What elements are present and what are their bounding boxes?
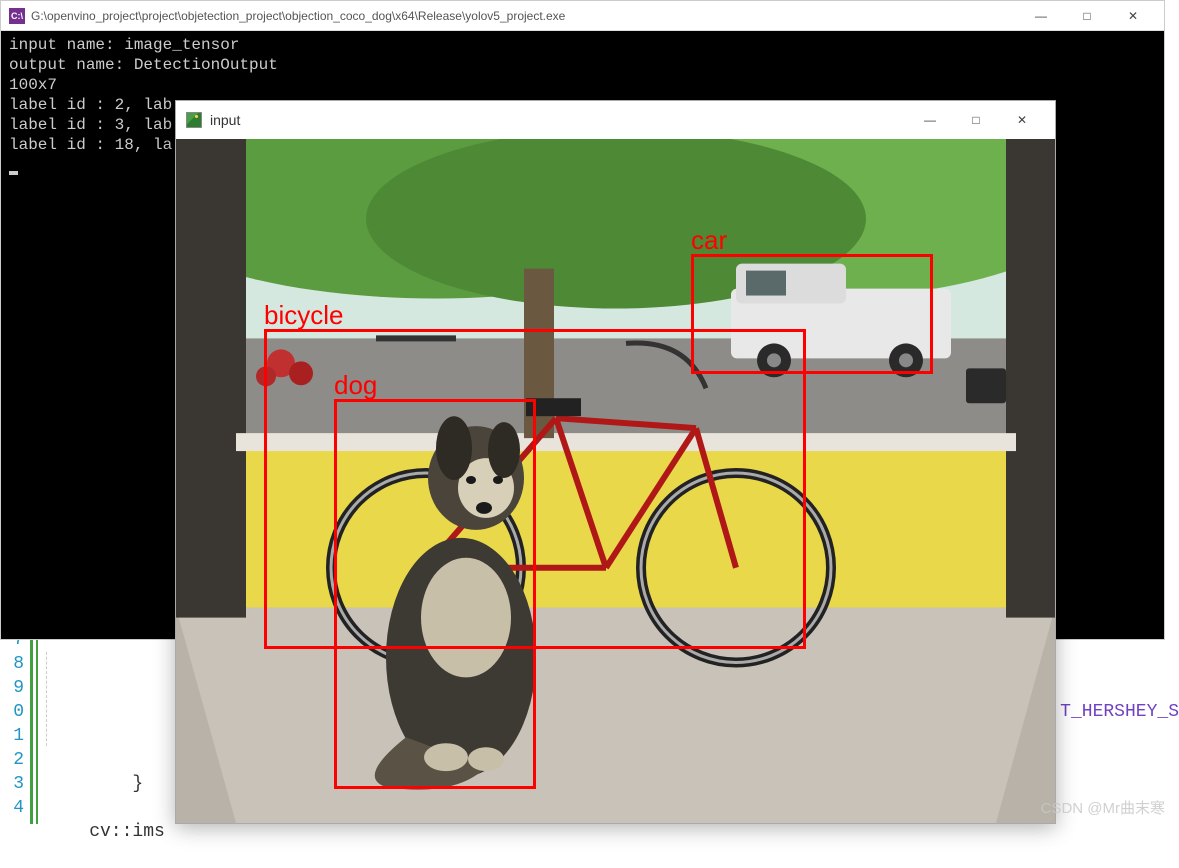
- image-viewer-window: input — □ ✕: [175, 100, 1056, 824]
- console-app-icon: C:\: [9, 8, 25, 24]
- line-number: 4: [0, 796, 24, 820]
- window-controls: — □ ✕: [907, 101, 1045, 139]
- console-line: 100x7: [9, 76, 57, 94]
- detection-scene: [176, 139, 1055, 823]
- maximize-button[interactable]: □: [1064, 1, 1110, 31]
- code-line: }: [46, 750, 186, 770]
- gutter-change-bar: [36, 624, 38, 824]
- line-number: 3: [0, 772, 24, 796]
- line-number-gutter: 7 8 9 0 1 2 3 4: [0, 624, 30, 824]
- close-button[interactable]: ✕: [1110, 1, 1156, 31]
- cursor-icon: [9, 171, 18, 175]
- code-fragment: T_HERSHEY_S: [1060, 702, 1179, 722]
- console-line: input name: image_tensor: [9, 36, 239, 54]
- image-app-icon: [186, 112, 202, 128]
- image-window-title: input: [210, 112, 907, 128]
- console-line: output name: DetectionOutput: [9, 56, 278, 74]
- console-title: G:\openvino_project\project\objetection_…: [31, 9, 1018, 23]
- gutter-change-bar: [30, 624, 33, 824]
- close-button[interactable]: ✕: [999, 101, 1045, 139]
- minimize-button[interactable]: —: [907, 101, 953, 139]
- line-number: 8: [0, 652, 24, 676]
- window-controls: — □ ✕: [1018, 1, 1156, 31]
- line-number: 2: [0, 748, 24, 772]
- line-number: 0: [0, 700, 24, 724]
- code-line: }: [46, 774, 143, 794]
- console-line: label id : 3, lab: [9, 116, 172, 134]
- code-line: cv::ims: [46, 822, 165, 842]
- console-line: label id : 2, lab: [9, 96, 172, 114]
- line-number: 9: [0, 676, 24, 700]
- line-number: 1: [0, 724, 24, 748]
- minimize-button[interactable]: —: [1018, 1, 1064, 31]
- maximize-button[interactable]: □: [953, 101, 999, 139]
- console-line: label id : 18, la: [9, 136, 172, 154]
- watermark-text: CSDN @Mr曲末寒: [1041, 797, 1165, 818]
- console-titlebar[interactable]: C:\ G:\openvino_project\project\objetect…: [1, 1, 1164, 31]
- image-canvas: bicycle car dog: [176, 139, 1055, 823]
- image-titlebar[interactable]: input — □ ✕: [176, 101, 1055, 139]
